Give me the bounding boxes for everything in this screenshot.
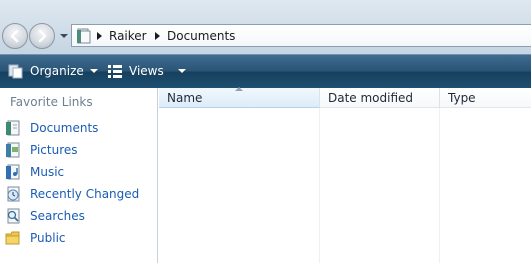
- breadcrumb-separator-icon[interactable]: [155, 32, 160, 40]
- forward-button[interactable]: [29, 23, 55, 49]
- searches-icon: [7, 208, 20, 224]
- command-toolbar: Organize Views: [0, 54, 531, 88]
- recent-pages-dropdown-icon[interactable]: [59, 32, 69, 40]
- views-label: Views: [129, 64, 164, 78]
- organize-dropdown-icon: [89, 69, 98, 73]
- column-divider: [319, 108, 320, 263]
- favorite-link-label: Documents: [30, 121, 99, 135]
- favorite-links-heading: Favorite Links: [10, 95, 93, 109]
- organize-icon: [8, 64, 23, 79]
- documents-folder-icon: [77, 28, 91, 44]
- organize-label: Organize: [30, 64, 84, 78]
- back-button[interactable]: [2, 23, 28, 49]
- views-icon: [108, 65, 122, 78]
- column-header-label: Name: [167, 91, 203, 105]
- favorite-link-searches[interactable]: Searches: [5, 206, 153, 226]
- views-button[interactable]: Views: [107, 55, 186, 87]
- favorite-link-public[interactable]: Public: [5, 228, 153, 248]
- favorite-link-label: Searches: [30, 209, 85, 223]
- breadcrumb-separator-icon[interactable]: [97, 32, 102, 40]
- favorite-link-documents[interactable]: Documents: [5, 118, 153, 138]
- recently-changed-icon: [7, 186, 20, 202]
- back-arrow-icon: [10, 29, 19, 43]
- music-icon: [6, 164, 20, 180]
- views-dropdown-icon[interactable]: [177, 69, 186, 73]
- favorite-link-music[interactable]: Music: [5, 162, 153, 182]
- column-header-name[interactable]: Name: [159, 87, 320, 108]
- sort-ascending-icon: [235, 87, 243, 91]
- address-bar[interactable]: Raiker Documents: [71, 24, 531, 47]
- favorite-link-label: Public: [30, 231, 66, 245]
- explorer-window: Raiker Documents Organize Views Favorite…: [0, 0, 531, 263]
- documents-icon: [6, 120, 20, 136]
- forward-arrow-icon: [38, 29, 47, 43]
- favorite-link-recently-changed[interactable]: Recently Changed: [5, 184, 153, 204]
- favorite-link-label: Recently Changed: [30, 187, 140, 201]
- favorite-link-label: Music: [30, 165, 65, 179]
- favorite-link-label: Pictures: [30, 143, 78, 157]
- column-header-label: Type: [448, 91, 476, 105]
- breadcrumb-documents[interactable]: Documents: [167, 28, 235, 44]
- pictures-icon: [6, 142, 20, 158]
- column-header-date-modified[interactable]: Date modified: [320, 88, 440, 108]
- address-row: Raiker Documents: [0, 0, 531, 54]
- organize-button[interactable]: Organize: [8, 55, 98, 87]
- navigation-pane: Favorite Links Documents Pictures Music …: [0, 88, 158, 263]
- favorite-link-pictures[interactable]: Pictures: [5, 140, 153, 160]
- public-folder-icon: [5, 231, 20, 245]
- column-header-type[interactable]: Type: [440, 88, 531, 108]
- navigation-buttons: [2, 22, 68, 50]
- column-divider: [439, 108, 440, 263]
- column-header-label: Date modified: [328, 91, 414, 105]
- breadcrumb-raiker[interactable]: Raiker: [109, 28, 147, 44]
- file-list[interactable]: Name Date modified Type: [158, 87, 531, 263]
